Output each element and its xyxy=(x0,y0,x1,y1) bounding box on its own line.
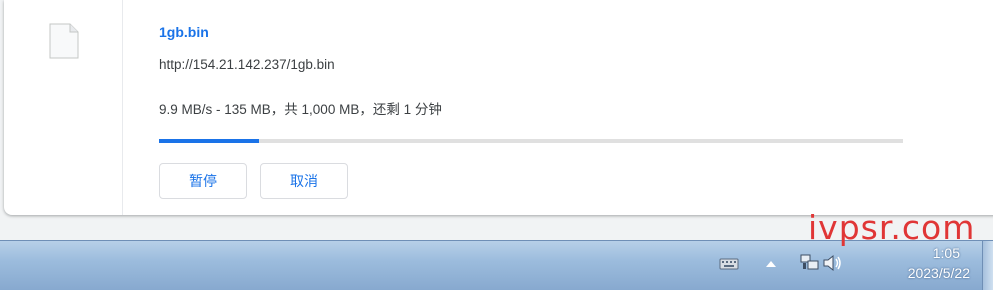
network-icon[interactable] xyxy=(799,253,821,273)
volume-icon[interactable] xyxy=(822,253,844,273)
download-status-text: 9.9 MB/s - 135 MB，共 1,000 MB，还剩 1 分钟 xyxy=(159,102,442,117)
cancel-button[interactable]: 取消 xyxy=(260,163,348,199)
download-item-card: 1gb.bin http://154.21.142.237/1gb.bin 9.… xyxy=(4,0,993,215)
file-icon xyxy=(49,23,79,59)
download-url: http://154.21.142.237/1gb.bin xyxy=(159,57,335,72)
clock-date[interactable]: 2023/5/22 xyxy=(860,265,970,281)
keyboard-icon[interactable] xyxy=(719,257,739,271)
clock-time[interactable]: 1:05 xyxy=(880,245,960,261)
download-progress-fill xyxy=(159,139,260,143)
show-hidden-icons-icon[interactable] xyxy=(765,259,777,269)
download-filename-link[interactable]: 1gb.bin xyxy=(159,24,209,40)
watermark-logo: ivpsr.com xyxy=(808,208,976,247)
show-desktop-button[interactable] xyxy=(982,241,993,290)
download-progress-bar xyxy=(159,139,903,143)
file-icon-column xyxy=(4,0,123,215)
pause-button[interactable]: 暂停 xyxy=(159,163,247,199)
windows-taskbar xyxy=(0,240,993,290)
